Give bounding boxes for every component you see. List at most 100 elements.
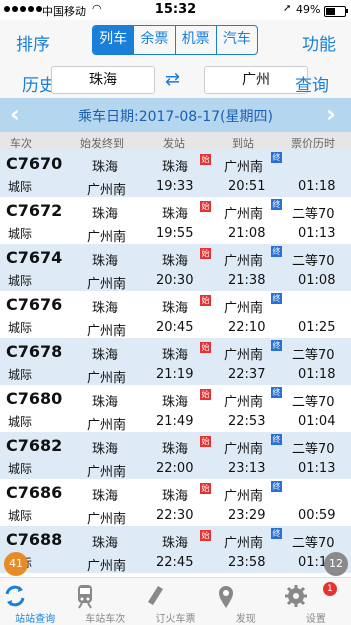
end-station-badge: 终 (271, 340, 282, 351)
tab-train[interactable]: 列车 (93, 26, 135, 54)
tab-discover[interactable]: 发现 (211, 578, 281, 625)
origin-station: 珠海 (92, 348, 119, 363)
dest-station: 广州南 (87, 371, 127, 386)
swap-stations-icon[interactable]: ⇄ (165, 69, 180, 90)
train-code: C7680 (6, 389, 63, 408)
duration: 01:13 (298, 226, 336, 241)
table-row[interactable]: C7688城际珠海广州南珠海22:45广州南23:58二等7001:13始终 (0, 526, 351, 574)
depart-time: 20:45 (156, 320, 194, 335)
nav-bar: 排序 列车 余票 机票 汽车 功能 (0, 20, 351, 64)
table-row[interactable]: C7670 城际 珠海 广州南 珠海 19:33 广州南 20:51 01:18 始终 (0, 150, 351, 198)
end-station-badge: 终 (271, 152, 282, 163)
function-button[interactable]: 功能 (302, 30, 336, 55)
tab-remaining-tickets[interactable]: 余票 (134, 26, 176, 54)
table-row[interactable]: C7678 城际 珠海 广州南 珠海 21:19 广州南 22:37 二等70 01:18 始终 (0, 338, 351, 386)
start-station-badge: 始 (200, 201, 211, 212)
arrive-time: 21:38 (228, 273, 266, 288)
depart-time: 19:33 (156, 179, 194, 194)
settings-notification-badge: 1 (322, 582, 337, 596)
duration: 01:08 (298, 273, 336, 288)
transport-segmented-control: 列车 余票 机票 汽车 (92, 25, 258, 55)
tab-book-ticket[interactable]: 订火车票 (140, 578, 210, 625)
table-row[interactable]: C7686 城际 珠海 广州南 珠海 22:30 广州南 23:29 00:59 始终 (0, 479, 351, 527)
train-code: C7688 (6, 530, 63, 549)
location-arrow-icon: ➚ (283, 3, 292, 14)
arrive-time: 21:08 (228, 226, 266, 241)
table-row[interactable]: C7682 城际 珠海 广州南 珠海 22:00 广州南 23:13 二等70 01:13 始终 (0, 432, 351, 480)
end-station-badge: 终 (271, 293, 282, 304)
origin-station: 珠海 (92, 536, 119, 551)
depart-time: 22:00 (156, 461, 194, 476)
train-code: C7686 (6, 483, 63, 502)
table-row[interactable]: C7672 城际 珠海 广州南 珠海 19:55 广州南 21:08 二等70 01:13 始终 (0, 197, 351, 245)
duration: 01:18 (298, 367, 336, 382)
duration: 01:25 (298, 320, 336, 335)
tab-label: 发现 (235, 614, 256, 625)
arrive-station: 广州南 (224, 207, 264, 222)
tab-label: 站站查询 (15, 614, 56, 625)
depart-time: 21:19 (156, 367, 194, 382)
depart-time: 19:55 (156, 226, 194, 241)
origin-station: 珠海 (92, 254, 119, 269)
sort-button[interactable]: 排序 (16, 30, 50, 55)
refresh-arrows-icon (5, 585, 25, 607)
tab-station-trains[interactable]: 车站车次 (70, 578, 140, 625)
battery-icon (324, 6, 348, 17)
duration: 01:04 (298, 414, 336, 429)
status-bar: 中国移动 ◠ 15:32 ➚ 49% (0, 0, 351, 20)
arrive-time: 22:37 (228, 367, 266, 382)
train-kind: 城际 (8, 321, 33, 335)
prev-page-count-badge[interactable]: 41 (4, 552, 28, 576)
tab-station-query[interactable]: 站站查询 (0, 578, 70, 625)
end-station-badge: 终 (271, 434, 282, 445)
start-station-badge: 始 (200, 248, 211, 259)
next-page-count-badge[interactable]: 12 (324, 552, 348, 576)
depart-station: 珠海 (162, 489, 189, 504)
tab-settings[interactable]: 1 设置 (281, 578, 351, 625)
depart-time: 20:30 (156, 273, 194, 288)
tab-label: 设置 (305, 614, 326, 625)
tab-flight[interactable]: 机票 (176, 26, 217, 54)
arrive-station: 广州南 (224, 489, 264, 504)
table-row[interactable]: C7680 城际 珠海 广州南 珠海 21:49 广州南 22:53 二等70 01:04 始终 (0, 385, 351, 433)
train-kind: 城际 (8, 509, 33, 523)
arrive-time: 20:51 (228, 179, 266, 194)
table-row[interactable]: C7676 城际 珠海 广州南 珠海 20:45 广州南 22:10 01:25 始终 (0, 291, 351, 339)
ticket-price: 二等70 (292, 254, 335, 269)
header-depart-station: 发站 (163, 137, 185, 150)
origin-station: 珠海 (92, 442, 119, 457)
to-station-input[interactable]: 广州 (204, 66, 308, 94)
header-arrive-station: 到站 (232, 137, 254, 150)
dest-station: 广州南 (87, 559, 127, 574)
route-bar: 历史 珠海 ⇄ 广州 查询 (0, 64, 351, 98)
start-station-badge: 始 (200, 436, 211, 447)
train-kind: 城际 (8, 274, 33, 288)
from-station-input[interactable]: 珠海 (51, 66, 155, 94)
arrive-station: 广州南 (224, 160, 264, 175)
depart-station: 珠海 (162, 536, 189, 551)
dest-station: 广州南 (87, 230, 127, 245)
query-button[interactable]: 查询 (295, 71, 329, 96)
end-station-badge: 终 (271, 387, 282, 398)
header-train-no: 车次 (10, 137, 32, 150)
bottom-tab-bar: 站站查询 车站车次 订火车票 发现 1 设置 (0, 577, 351, 625)
arrive-station: 广州南 (224, 395, 264, 410)
ticket-price: 二等70 (292, 207, 335, 222)
table-row[interactable]: C7674 城际 珠海 广州南 珠海 20:30 广州南 21:38 二等70 01:08 始终 (0, 244, 351, 292)
travel-date: 乘车日期:2017-08-17(星期四) (77, 109, 273, 125)
train-code: C7672 (6, 201, 63, 220)
start-station-badge: 始 (200, 389, 211, 400)
ticket-price: 二等70 (292, 536, 335, 551)
battery-percent: 49% (296, 3, 321, 16)
train-icon (78, 585, 93, 609)
train-kind: 城际 (8, 368, 33, 382)
dest-station: 广州南 (87, 324, 127, 339)
next-day-icon[interactable]: › (326, 100, 336, 128)
end-station-badge: 终 (271, 481, 282, 492)
arrive-station: 广州南 (224, 536, 264, 551)
tab-bus[interactable]: 汽车 (217, 26, 257, 54)
origin-station: 珠海 (92, 301, 119, 316)
arrive-time: 23:58 (228, 555, 266, 570)
duration: 00:59 (298, 508, 336, 523)
header-price-duration: 票价历时 (291, 137, 335, 150)
